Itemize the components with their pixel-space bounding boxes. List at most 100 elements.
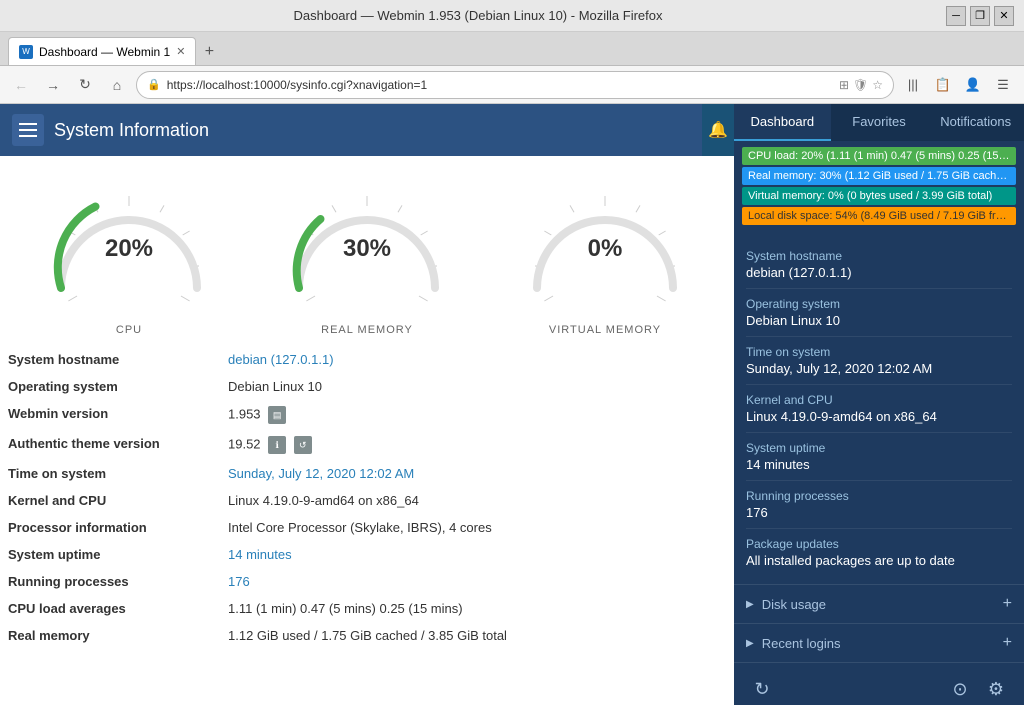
recent-logins-add-icon[interactable]: +	[1003, 634, 1012, 652]
table-row: Authentic theme version 19.52 ℹ ↺	[0, 430, 734, 460]
table-row: Webmin version 1.953 ▤	[0, 400, 734, 430]
table-row: System uptime 14 minutes	[0, 541, 734, 568]
webmin-version-icon[interactable]: ▤	[268, 406, 286, 424]
info-value: Debian Linux 10	[220, 373, 734, 400]
table-row: Operating system Debian Linux 10	[0, 373, 734, 400]
hamburger-button[interactable]	[12, 114, 44, 146]
sidebar-toggle-icon[interactable]: |||	[900, 72, 926, 98]
info-value: Sunday, July 12, 2020 12:02 AM	[220, 460, 734, 487]
notifications-bell-button[interactable]: 🔔	[702, 104, 734, 156]
reader-icon[interactable]: ⊞	[839, 78, 849, 92]
info-value: 19.52 ℹ ↺	[220, 430, 734, 460]
info-label: CPU load averages	[0, 595, 220, 622]
home-button[interactable]: ⌂	[104, 72, 130, 98]
sidebar-value-hostname: debian (127.0.1.1)	[746, 265, 1012, 280]
address-input[interactable]: 🔒 https://localhost:10000/sysinfo.cgi?xn…	[136, 71, 894, 99]
security-icon: 🔒	[147, 78, 161, 91]
star-icon[interactable]: ☆	[872, 78, 883, 92]
info-label: System hostname	[0, 346, 220, 373]
refresh-button[interactable]: ↻	[746, 673, 778, 705]
activity-icon[interactable]: ⊙	[944, 673, 976, 705]
address-icons: ⊞ 🛡 ☆	[839, 78, 883, 92]
sidebar-value-packages: All installed packages are up to date	[746, 553, 1012, 568]
settings-icon[interactable]: ⚙	[980, 673, 1012, 705]
info-value: Intel Core Processor (Skylake, IBRS), 4 …	[220, 514, 734, 541]
profile-icon[interactable]: 👤	[960, 72, 986, 98]
window-controls-right[interactable]: ─ ❐ ✕	[946, 6, 1014, 26]
sidebar-label-kernel: Kernel and CPU	[746, 393, 1012, 407]
sidebar-row-os: Operating system Debian Linux 10	[746, 289, 1012, 337]
table-row: Time on system Sunday, July 12, 2020 12:…	[0, 460, 734, 487]
tab-favicon: W	[19, 45, 33, 59]
close-button[interactable]: ✕	[994, 6, 1014, 26]
cpu-alert-bar[interactable]: CPU load: 20% (1.11 (1 min) 0.47 (5 mins…	[742, 147, 1016, 165]
tab-favorites[interactable]: Favorites	[831, 104, 928, 141]
sidebar-label-uptime: System uptime	[746, 441, 1012, 455]
bookmark-check-icon[interactable]: 🛡	[853, 78, 868, 92]
page-title: System Information	[54, 120, 209, 141]
info-label: Processor information	[0, 514, 220, 541]
sidebar-row-time: Time on system Sunday, July 12, 2020 12:…	[746, 337, 1012, 385]
active-tab[interactable]: W Dashboard — Webmin 1 ✕	[8, 37, 196, 65]
back-button[interactable]: ←	[8, 72, 34, 98]
sidebar-row-kernel: Kernel and CPU Linux 4.19.0-9-amd64 on x…	[746, 385, 1012, 433]
info-label: Operating system	[0, 373, 220, 400]
virtual-alert-bar[interactable]: Virtual memory: 0% (0 bytes used / 3.99 …	[742, 187, 1016, 205]
forward-button[interactable]: →	[40, 72, 66, 98]
time-link[interactable]: Sunday, July 12, 2020 12:02 AM	[228, 466, 414, 481]
real-memory-gauge: 30% REAL MEMORY	[267, 176, 467, 336]
sidebar-value-kernel: Linux 4.19.0-9-amd64 on x86_64	[746, 409, 1012, 424]
sidebar-row-hostname: System hostname debian (127.0.1.1)	[746, 241, 1012, 289]
gauges-section: 20% CPU	[0, 156, 734, 346]
maximize-button[interactable]: ❐	[970, 6, 990, 26]
memory-alert-bar[interactable]: Real memory: 30% (1.12 GiB used / 1.75 G…	[742, 167, 1016, 185]
recent-logins-label: Recent logins	[762, 636, 1003, 651]
theme-info-icon[interactable]: ℹ	[268, 436, 286, 454]
minimize-button[interactable]: ─	[946, 6, 966, 26]
tab-close-button[interactable]: ✕	[176, 45, 185, 58]
virtual-memory-gauge-label: VIRTUAL MEMORY	[549, 324, 661, 336]
table-row: CPU load averages 1.11 (1 min) 0.47 (5 m…	[0, 595, 734, 622]
disk-usage-add-icon[interactable]: +	[1003, 595, 1012, 613]
browser-controls: ||| 📋 👤 ☰	[900, 72, 1016, 98]
disk-usage-label: Disk usage	[762, 597, 1003, 612]
info-label: Authentic theme version	[0, 430, 220, 460]
tab-notifications[interactable]: Notifications	[927, 104, 1024, 141]
tab-label: Dashboard — Webmin 1	[39, 45, 170, 59]
hostname-link[interactable]: debian (127.0.1.1)	[228, 352, 334, 367]
new-tab-button[interactable]: +	[196, 39, 222, 65]
table-row: Running processes 176	[0, 568, 734, 595]
sidebar-label-hostname: System hostname	[746, 249, 1012, 263]
sidebar-value-processes: 176	[746, 505, 1012, 520]
table-row: Kernel and CPU Linux 4.19.0-9-amd64 on x…	[0, 487, 734, 514]
recent-logins-section: ▶ Recent logins +	[734, 623, 1024, 662]
info-label: Webmin version	[0, 400, 220, 430]
theme-icon2[interactable]: ↺	[294, 436, 312, 454]
info-value: debian (127.0.1.1)	[220, 346, 734, 373]
hamburger-line-2	[19, 129, 37, 131]
address-bar: ← → ↻ ⌂ 🔒 https://localhost:10000/sysinf…	[0, 66, 1024, 104]
svg-text:20%: 20%	[105, 235, 153, 262]
uptime-link[interactable]: 14 minutes	[228, 547, 292, 562]
tab-dashboard[interactable]: Dashboard	[734, 104, 831, 141]
synced-tabs-icon[interactable]: 📋	[930, 72, 956, 98]
processes-link[interactable]: 176	[228, 574, 250, 589]
hamburger-line-3	[19, 135, 37, 137]
info-value: 14 minutes	[220, 541, 734, 568]
sidebar-bottom: ↻ ⊙ ⚙	[734, 662, 1024, 705]
svg-text:0%: 0%	[588, 235, 623, 262]
sidebar-info: System hostname debian (127.0.1.1) Opera…	[734, 233, 1024, 584]
sidebar-value-uptime: 14 minutes	[746, 457, 1012, 472]
recent-logins-header[interactable]: ▶ Recent logins +	[734, 624, 1024, 662]
table-row: Processor information Intel Core Process…	[0, 514, 734, 541]
reload-button[interactable]: ↻	[72, 72, 98, 98]
info-value: Linux 4.19.0-9-amd64 on x86_64	[220, 487, 734, 514]
disk-alert-bar[interactable]: Local disk space: 54% (8.49 GiB used / 7…	[742, 207, 1016, 225]
info-label: Time on system	[0, 460, 220, 487]
menu-icon[interactable]: ☰	[990, 72, 1016, 98]
disk-usage-header[interactable]: ▶ Disk usage +	[734, 585, 1024, 623]
sidebar-label-processes: Running processes	[746, 489, 1012, 503]
table-row: Real memory 1.12 GiB used / 1.75 GiB cac…	[0, 622, 734, 649]
alert-bars: CPU load: 20% (1.11 (1 min) 0.47 (5 mins…	[734, 141, 1024, 233]
sidebar-row-packages: Package updates All installed packages a…	[746, 529, 1012, 576]
